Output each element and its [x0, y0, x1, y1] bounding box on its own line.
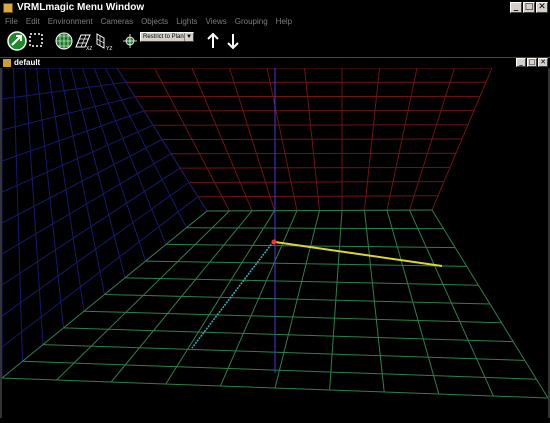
select-tool-icon[interactable]	[28, 30, 44, 52]
menu-help[interactable]: Help	[276, 17, 292, 26]
arrow-up-icon[interactable]	[206, 30, 220, 52]
menu-views[interactable]: Views	[206, 17, 227, 26]
floor-grid-line	[64, 328, 514, 342]
x-axis	[275, 242, 442, 266]
viewport-icon	[3, 59, 11, 67]
grid-sphere-icon[interactable]	[54, 30, 74, 52]
yz-plane-icon[interactable]: YZ	[94, 30, 114, 52]
menu-bar: File Edit Environment Cameras Objects Li…	[0, 16, 550, 27]
menu-objects[interactable]: Objects	[141, 17, 168, 26]
side-grid-line	[14, 68, 23, 361]
side-grid-line	[2, 197, 198, 347]
scene-canvas[interactable]	[2, 68, 548, 418]
svg-text:XZ: XZ	[86, 46, 92, 52]
maximize-button[interactable]: □	[523, 2, 535, 13]
floor-grid-line	[43, 345, 525, 361]
back-grid-line	[180, 167, 450, 168]
side-grid-line	[25, 68, 43, 345]
pointer-tool-icon[interactable]	[6, 30, 28, 52]
close-button[interactable]: ✕	[536, 2, 548, 13]
app-title-bar: VRMLmagic Menu Window _ □ ✕	[0, 0, 550, 16]
back-grid-line	[171, 153, 456, 154]
viewport-title: default	[14, 58, 40, 67]
side-grid-line	[48, 68, 84, 311]
z-axis	[192, 242, 273, 348]
back-grid-line	[162, 139, 462, 140]
menu-edit[interactable]: Edit	[26, 17, 40, 26]
back-grid-line	[198, 196, 438, 197]
viewport-title-bar: default _ □ ✕	[0, 57, 550, 68]
menu-lights[interactable]: Lights	[176, 17, 197, 26]
back-wall-grid	[117, 68, 492, 211]
menu-grouping[interactable]: Grouping	[235, 17, 268, 26]
toolbar: XZ YZ	[0, 27, 550, 57]
minimize-button[interactable]: _	[510, 2, 522, 13]
back-grid-line	[189, 182, 444, 183]
menu-file[interactable]: File	[5, 17, 18, 26]
chevron-down-icon[interactable]: ▼	[184, 33, 193, 41]
constraint-dropdown[interactable]: Restrict to Plane ▼	[140, 32, 194, 42]
viewport-maximize-button[interactable]: □	[527, 58, 537, 67]
app-title: VRMLmagic Menu Window	[17, 2, 144, 13]
constraint-value: Restrict to Plane	[143, 34, 187, 40]
floor-grid-line	[410, 210, 494, 396]
svg-text:YZ: YZ	[106, 46, 112, 52]
app-icon	[3, 3, 13, 13]
origin-marker	[272, 240, 277, 245]
menu-cameras[interactable]: Cameras	[101, 17, 133, 26]
floor-grid-line	[2, 378, 548, 398]
xz-plane-icon[interactable]: XZ	[74, 30, 92, 52]
viewport-minimize-button[interactable]: _	[516, 58, 526, 67]
floor-grid-line	[432, 210, 548, 398]
menu-environment[interactable]: Environment	[48, 17, 93, 26]
arrow-down-icon[interactable]	[226, 30, 240, 52]
3d-viewport[interactable]	[0, 68, 550, 418]
floor-grid-line	[23, 361, 537, 379]
move-tool-icon[interactable]	[122, 30, 138, 52]
viewport-close-button[interactable]: ✕	[538, 58, 548, 67]
floor-grid-line	[84, 311, 502, 323]
side-grid-line	[2, 168, 180, 285]
side-grid-line	[2, 154, 171, 254]
